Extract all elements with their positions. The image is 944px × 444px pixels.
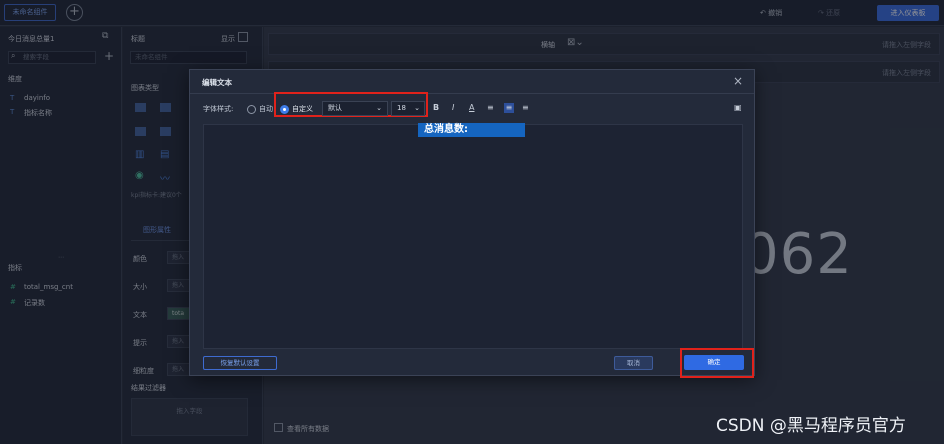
chevron-down-icon: ⌄ — [414, 104, 420, 112]
align-right-icon[interactable]: ≡ — [522, 103, 529, 112]
bold-icon[interactable]: B — [433, 103, 439, 112]
align-center-icon[interactable]: ≡ — [504, 103, 514, 113]
font-color-icon[interactable]: A — [469, 103, 474, 112]
font-size-value: 18 — [397, 104, 406, 112]
confirm-button[interactable]: 确定 — [684, 355, 744, 370]
dialog-header — [190, 70, 754, 94]
rich-text-editor[interactable] — [203, 124, 743, 349]
custom-radio-label: 自定义 — [292, 105, 313, 113]
font-family-select[interactable]: 默认 ⌄ — [322, 101, 388, 116]
custom-radio[interactable] — [280, 105, 289, 114]
editor-selected-text[interactable]: 总消息数: — [418, 123, 525, 137]
align-left-icon[interactable]: ≡ — [487, 103, 494, 112]
italic-icon[interactable]: I — [452, 103, 454, 112]
dialog-title: 编辑文本 — [202, 78, 232, 87]
insert-field-icon[interactable]: ▣ — [734, 103, 742, 112]
auto-radio[interactable] — [247, 105, 256, 114]
font-family-value: 默认 — [328, 104, 342, 112]
watermark: CSDN @黑马程序员官方 — [716, 416, 906, 436]
font-style-label: 字体样式: — [203, 105, 234, 113]
reset-default-button[interactable]: 恢复默认设置 — [203, 356, 277, 370]
close-icon[interactable]: × — [733, 74, 743, 88]
cancel-button[interactable]: 取消 — [614, 356, 653, 370]
edit-text-dialog: 编辑文本 × 字体样式: 自动 自定义 默认 ⌄ 18 ⌄ B I A ≡ ≡ ≡ … — [189, 69, 755, 378]
font-size-select[interactable]: 18 ⌄ — [391, 101, 425, 116]
auto-radio-label: 自动 — [259, 105, 273, 113]
chevron-down-icon: ⌄ — [376, 104, 382, 112]
